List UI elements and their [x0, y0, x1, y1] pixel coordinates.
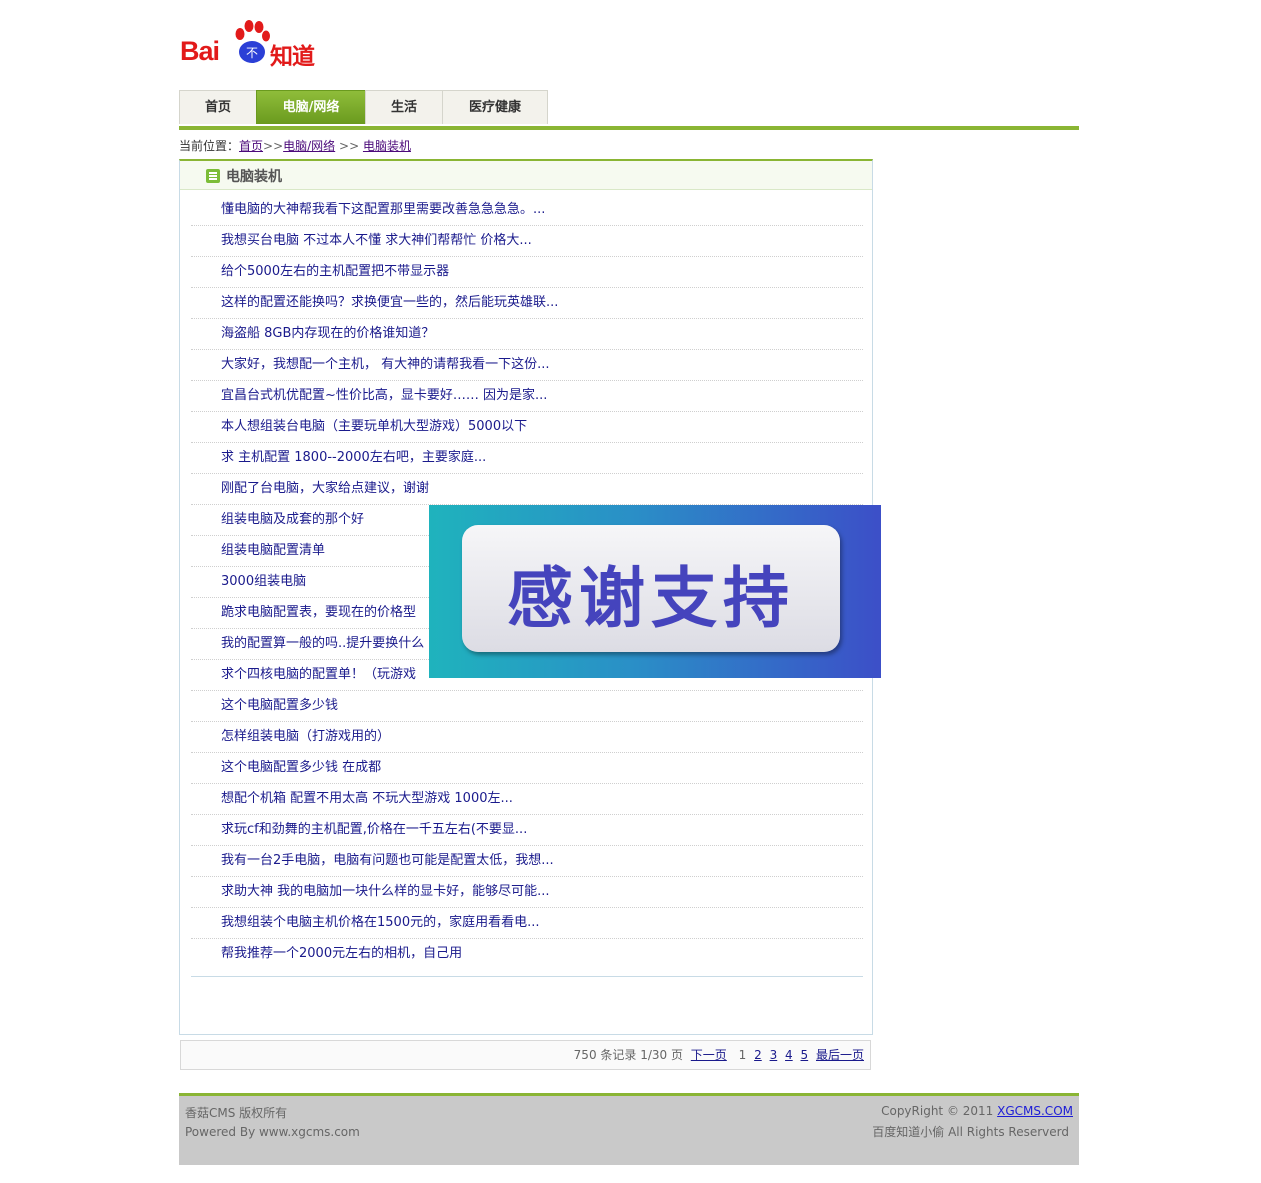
list-item: 刚配了台电脑，大家给点建议，谢谢 [191, 474, 863, 505]
list-item: 求玩cf和劲舞的主机配置,价格在一千五左右(不要显... [191, 815, 863, 846]
footer-powered-by: Powered By www.xgcms.com [185, 1125, 360, 1139]
tab-health[interactable]: 医疗健康 [442, 90, 548, 124]
footer: 香菇CMS 版权所有 Powered By www.xgcms.com Copy… [179, 1093, 1079, 1165]
question-link[interactable]: 刚配了台电脑，大家给点建议，谢谢 [191, 474, 863, 504]
question-link[interactable]: 我想买台电脑 不过本人不懂 求大神们帮帮忙 价格大... [191, 226, 863, 256]
thanks-banner-image: 感谢支持 [429, 505, 881, 678]
list-item: 这个电脑配置多少钱 [191, 691, 863, 722]
logo-text-zhidao: 知道 [270, 44, 315, 70]
breadcrumb: 当前位置：首页>>电脑/网络 >> 电脑装机 [179, 137, 411, 154]
page-link-4[interactable]: 4 [785, 1048, 793, 1062]
footer-copyright-owner: 香菇CMS 版权所有 [185, 1106, 288, 1120]
question-link[interactable]: 我想组装个电脑主机价格在1500元的，家庭用看看电... [191, 908, 863, 938]
list-item: 我想组装个电脑主机价格在1500元的，家庭用看看电... [191, 908, 863, 939]
logo-text-bai: Bai [180, 36, 220, 66]
current-page: 1 [738, 1048, 747, 1062]
question-link[interactable]: 大家好，我想配一个主机， 有大神的请帮我看一下这份... [191, 350, 863, 380]
list-item: 帮我推荐一个2000元左右的相机，自己用 [191, 939, 863, 970]
baidu-zhidao-logo[interactable]: Bai 不 知道 [180, 20, 320, 70]
list-item: 想配个机箱 配置不用太高 不玩大型游戏 1000左... [191, 784, 863, 815]
list-item: 本人想组装台电脑（主要玩单机大型游戏）5000以下 [191, 412, 863, 443]
breadcrumb-category-link[interactable]: 电脑/网络 [283, 139, 335, 153]
main-nav: 首页 电脑/网络 生活 医疗健康 [179, 90, 1079, 126]
list-item: 懂电脑的大神帮我看下这配置那里需要改善急急急急。... [191, 195, 863, 226]
question-link[interactable]: 这样的配置还能换吗？求换便宜一些的，然后能玩英雄联... [191, 288, 863, 318]
breadcrumb-prefix: 当前位置： [179, 139, 240, 153]
record-summary: 750 条记录 1/30 页 [573, 1048, 683, 1062]
last-page-link[interactable]: 最后一页 [816, 1048, 864, 1062]
panel-title: 电脑装机 [226, 169, 282, 185]
question-link[interactable]: 海盗船 8GB内存现在的价格谁知道？ [191, 319, 863, 349]
question-link[interactable]: 帮我推荐一个2000元左右的相机，自己用 [191, 939, 863, 969]
question-link[interactable]: 想配个机箱 配置不用太高 不玩大型游戏 1000左... [191, 784, 863, 814]
list-item: 求 主机配置 1800--2000左右吧，主要家庭... [191, 443, 863, 474]
question-link[interactable]: 这个电脑配置多少钱 在成都 [191, 753, 863, 783]
page-link-5[interactable]: 5 [801, 1048, 809, 1062]
footer-copyright-text: CopyRight © 2011 [881, 1104, 998, 1118]
pagination: 750 条记录 1/30 页 下一页 1 2 3 4 5 最后一页 [180, 1040, 871, 1070]
question-link[interactable]: 这个电脑配置多少钱 [191, 691, 863, 721]
banner-text: 感谢支持 [507, 560, 795, 637]
nav-divider [179, 126, 1079, 130]
question-link[interactable]: 给个5000左右的主机配置把不带显示器 [191, 257, 863, 287]
page-link-2[interactable]: 2 [754, 1048, 762, 1062]
list-icon [206, 169, 220, 183]
footer-copyright: CopyRight © 2011 XGCMS.COM [881, 1104, 1073, 1118]
list-item: 怎样组装电脑（打游戏用的） [191, 722, 863, 753]
list-item: 我想买台电脑 不过本人不懂 求大神们帮帮忙 价格大... [191, 226, 863, 257]
breadcrumb-separator: >> [263, 139, 284, 153]
breadcrumb-separator: >> [339, 139, 360, 153]
question-link[interactable]: 我有一台2手电脑，电脑有问题也可能是配置太低，我想... [191, 846, 863, 876]
tab-home[interactable]: 首页 [179, 90, 257, 124]
question-link[interactable]: 懂电脑的大神帮我看下这配置那里需要改善急急急急。... [191, 195, 863, 225]
footer-rights: 百度知道小偷 All Rights Reserverd [872, 1125, 1069, 1139]
list-item: 这样的配置还能换吗？求换便宜一些的，然后能玩英雄联... [191, 288, 863, 319]
banner-pill: 感谢支持 [462, 525, 840, 652]
next-page-link[interactable]: 下一页 [691, 1048, 727, 1062]
list-item: 我有一台2手电脑，电脑有问题也可能是配置太低，我想... [191, 846, 863, 877]
question-link[interactable]: 求玩cf和劲舞的主机配置,价格在一千五左右(不要显... [191, 815, 863, 845]
question-link[interactable]: 本人想组装台电脑（主要玩单机大型游戏）5000以下 [191, 412, 863, 442]
list-item: 给个5000左右的主机配置把不带显示器 [191, 257, 863, 288]
paw-text: 不 [246, 46, 258, 60]
paw-logo-icon: 不 [235, 20, 270, 63]
panel-header: 电脑装机 [180, 161, 872, 190]
list-item: 求助大神 我的电脑加一块什么样的显卡好，能够尽可能... [191, 877, 863, 908]
list-item: 大家好，我想配一个主机， 有大神的请帮我看一下这份... [191, 350, 863, 381]
question-link[interactable]: 求 主机配置 1800--2000左右吧，主要家庭... [191, 443, 863, 473]
list-item: 这个电脑配置多少钱 在成都 [191, 753, 863, 784]
question-link[interactable]: 怎样组装电脑（打游戏用的） [191, 722, 863, 752]
list-item: 海盗船 8GB内存现在的价格谁知道？ [191, 319, 863, 350]
question-link[interactable]: 宜昌台式机优配置~性价比高，显卡要好…… 因为是家... [191, 381, 863, 411]
tab-computer-network[interactable]: 电脑/网络 [256, 90, 366, 124]
tab-life[interactable]: 生活 [365, 90, 443, 124]
question-link[interactable]: 求助大神 我的电脑加一块什么样的显卡好，能够尽可能... [191, 877, 863, 907]
footer-site-link[interactable]: XGCMS.COM [997, 1104, 1073, 1118]
list-item: 宜昌台式机优配置~性价比高，显卡要好…… 因为是家... [191, 381, 863, 412]
page-link-3[interactable]: 3 [770, 1048, 778, 1062]
breadcrumb-subcategory-link[interactable]: 电脑装机 [363, 139, 411, 153]
breadcrumb-home-link[interactable]: 首页 [239, 139, 263, 153]
